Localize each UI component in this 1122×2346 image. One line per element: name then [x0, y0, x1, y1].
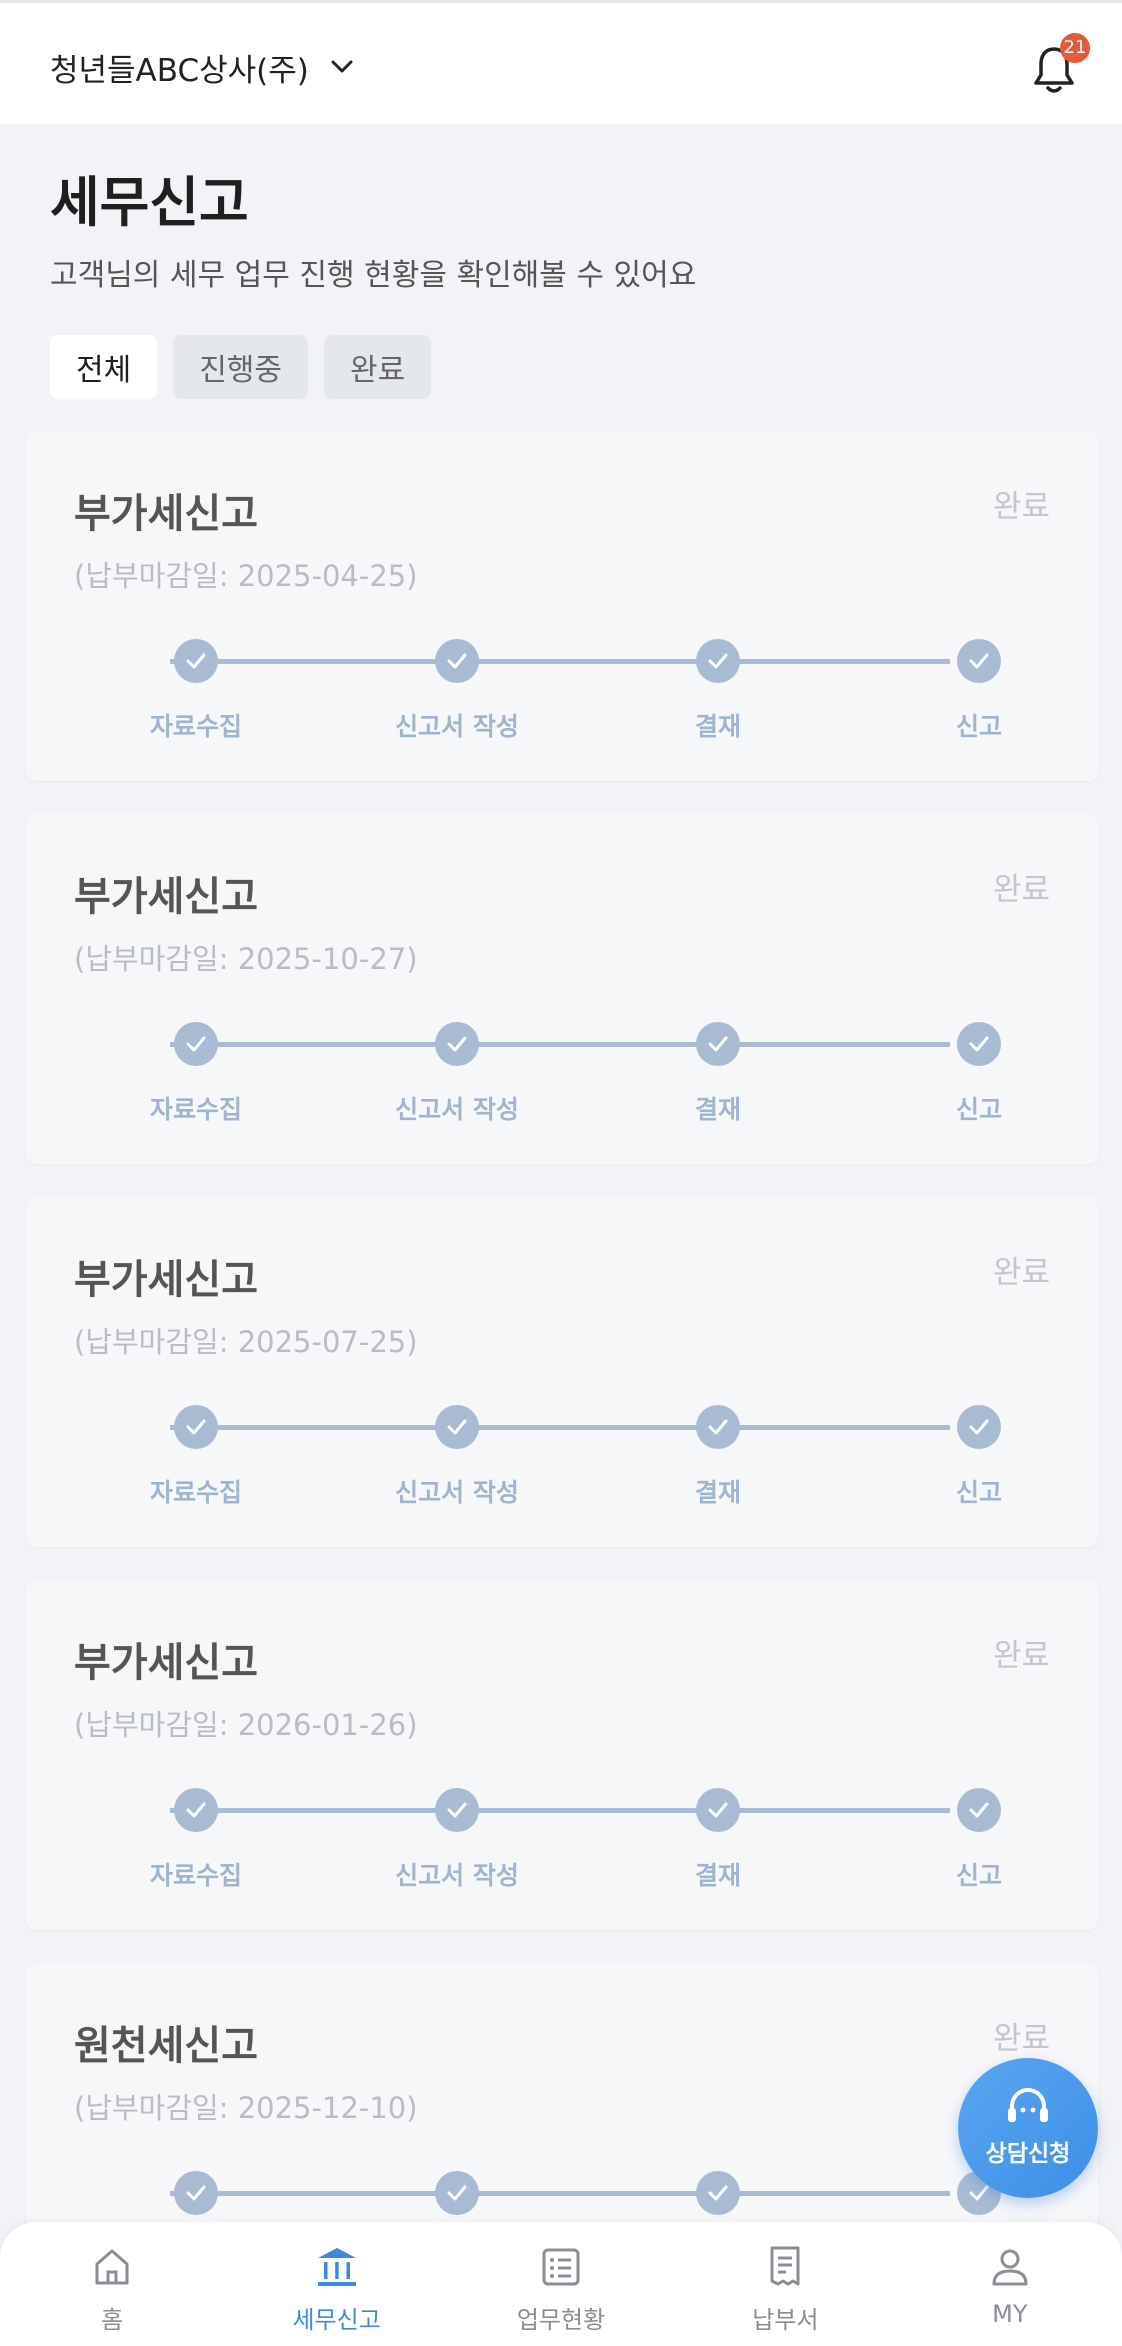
bottom-nav: 홈 세무신고 업무현황 납부서 MY: [0, 2222, 1122, 2346]
step-label: 신고서 작성: [395, 712, 519, 741]
progress-steps: 자료수집 신고서 작성 결재 신고: [26, 1580, 1098, 1930]
notification-button[interactable]: 21: [1030, 33, 1090, 95]
nav-work-status[interactable]: 업무현황: [449, 2222, 673, 2346]
page-subtitle: 고객님의 세무 업무 진행 현황을 확인해볼 수 있어요: [50, 258, 697, 293]
check-icon: [174, 639, 218, 683]
filing-card[interactable]: 부가세신고 (납부마감일: 2025-07-25) 완료 자료수집 신고서 작성 결재 신고: [26, 1197, 1098, 1547]
check-icon: [957, 1405, 1001, 1449]
check-icon: [174, 2171, 218, 2215]
tab-in-progress[interactable]: 진행중: [173, 335, 309, 399]
nav-home[interactable]: 홈: [0, 2222, 224, 2346]
top-bar: 청년들ABC상사(주) 21: [0, 0, 1122, 124]
step-label: 자료수집: [149, 1095, 242, 1124]
check-icon: [957, 1788, 1001, 1832]
page-title: 세무신고: [50, 171, 249, 234]
progress-steps: 자료수집 신고서 작성 결재 신고: [26, 1197, 1098, 1547]
progress-line: [170, 2191, 950, 2196]
step-label: 신고: [955, 1861, 1002, 1890]
filing-card[interactable]: 부가세신고 (납부마감일: 2025-10-27) 완료 자료수집 신고서 작성 결재 신고: [26, 814, 1098, 1164]
check-icon: [435, 639, 479, 683]
step-label: 결재: [694, 1095, 741, 1124]
nav-payment-slip[interactable]: 납부서: [673, 2222, 897, 2346]
nav-label: 납부서: [752, 2306, 819, 2334]
home-icon: [89, 2244, 135, 2290]
bank-icon: [314, 2244, 360, 2290]
progress-line: [170, 1808, 950, 1813]
notification-badge: 21: [1060, 33, 1090, 63]
step-label: 신고: [955, 712, 1002, 741]
step-label: 신고: [955, 1095, 1002, 1124]
check-icon: [957, 639, 1001, 683]
check-icon: [696, 1405, 740, 1449]
consultation-button[interactable]: 상담신청: [958, 2058, 1098, 2198]
list-icon: [538, 2244, 584, 2290]
progress-line: [170, 1042, 950, 1047]
step-label: 자료수집: [149, 1478, 242, 1507]
step-label: 결재: [694, 1478, 741, 1507]
nav-tax-filing[interactable]: 세무신고: [224, 2222, 448, 2346]
progress-steps: 자료수집 신고서 작성 결재 신고: [26, 431, 1098, 781]
progress-line: [170, 659, 950, 664]
receipt-icon: [762, 2244, 808, 2290]
filter-tabs: 전체 진행중 완료: [50, 335, 432, 399]
nav-my[interactable]: MY: [898, 2222, 1122, 2346]
check-icon: [696, 1788, 740, 1832]
nav-label: 업무현황: [516, 2306, 606, 2334]
headset-icon: [1006, 2088, 1050, 2130]
chevron-down-icon: [329, 54, 355, 80]
check-icon: [696, 2171, 740, 2215]
user-icon: [987, 2244, 1033, 2290]
step-label: 신고서 작성: [395, 1861, 519, 1890]
check-icon: [174, 1022, 218, 1066]
filing-card[interactable]: 부가세신고 (납부마감일: 2025-04-25) 완료 자료수집 신고서 작성 결재 신고: [26, 431, 1098, 781]
step-label: 자료수집: [149, 1861, 242, 1890]
check-icon: [696, 639, 740, 683]
step-label: 신고서 작성: [395, 1095, 519, 1124]
progress-line: [170, 1425, 950, 1430]
check-icon: [435, 1788, 479, 1832]
check-icon: [174, 1788, 218, 1832]
progress-steps: 자료수집 신고서 작성 결재 신고: [26, 814, 1098, 1164]
check-icon: [957, 1022, 1001, 1066]
step-label: 신고: [955, 1478, 1002, 1507]
check-icon: [174, 1405, 218, 1449]
filing-card[interactable]: 부가세신고 (납부마감일: 2026-01-26) 완료 자료수집 신고서 작성 결재 신고: [26, 1580, 1098, 1930]
step-label: 신고서 작성: [395, 1478, 519, 1507]
check-icon: [435, 2171, 479, 2215]
tab-all[interactable]: 전체: [50, 335, 158, 399]
company-name: 청년들ABC상사(주): [50, 52, 309, 89]
nav-label: 세무신고: [292, 2306, 381, 2334]
check-icon: [435, 1022, 479, 1066]
consultation-label: 상담신청: [985, 2141, 1071, 2167]
tab-completed[interactable]: 완료: [324, 335, 432, 399]
step-label: 결재: [694, 1861, 741, 1890]
check-icon: [696, 1022, 740, 1066]
nav-label: MY: [992, 2300, 1028, 2328]
check-icon: [435, 1405, 479, 1449]
step-label: 자료수집: [149, 712, 242, 741]
company-selector[interactable]: 청년들ABC상사(주): [50, 43, 355, 91]
step-label: 결재: [694, 712, 741, 741]
nav-label: 홈: [101, 2306, 124, 2334]
